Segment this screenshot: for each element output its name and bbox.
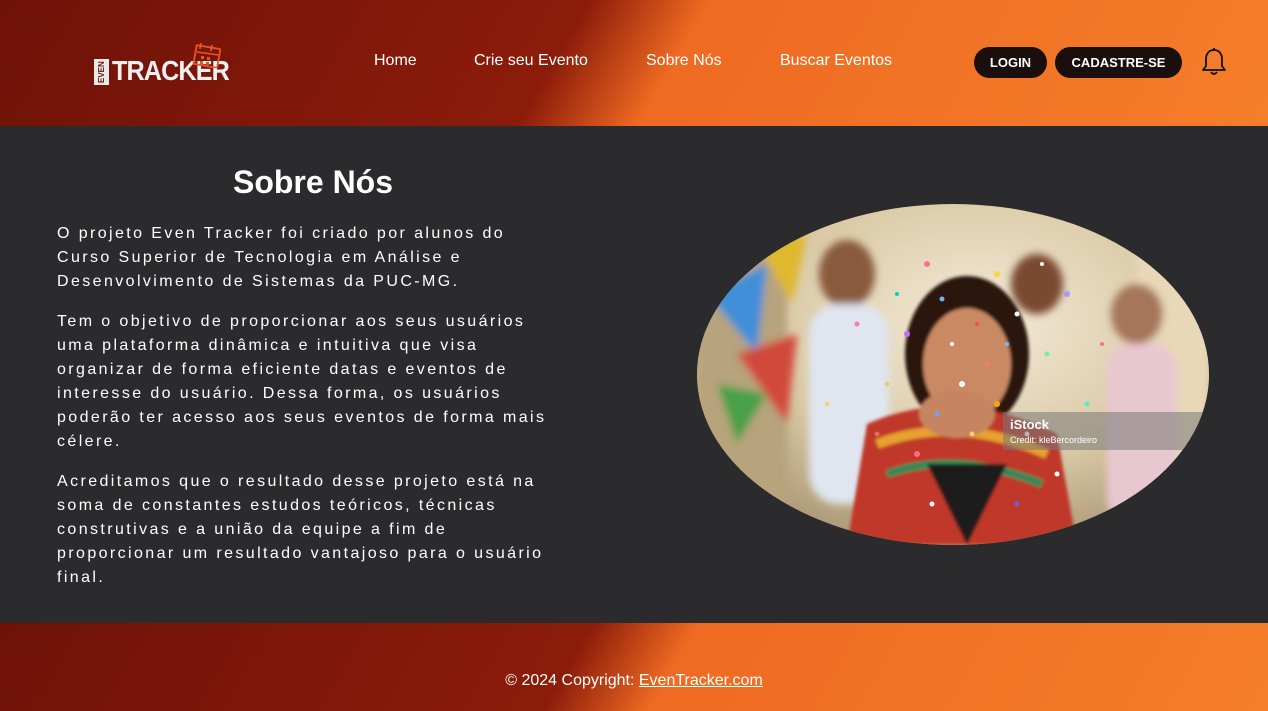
nav-link-create-event[interactable]: Crie seu Evento: [474, 52, 588, 70]
nav-link-about[interactable]: Sobre Nós: [646, 52, 722, 70]
photo-illustration: iStock Credit: kleBercordeiro: [697, 204, 1209, 545]
site-header: EVEN TRACKER Home Crie seu Evento Sobre …: [0, 0, 1268, 126]
about-paragraph-3: Acreditamos que o resultado desse projet…: [57, 473, 544, 586]
bell-icon[interactable]: [1200, 47, 1228, 77]
nav-link-home[interactable]: Home: [374, 52, 417, 70]
istock-watermark: iStock: [1010, 417, 1050, 432]
page-title: Sobre Nós: [232, 164, 394, 200]
copyright-text: © 2024 Copyright: EvenTracker.com: [0, 672, 1268, 690]
logo-even-text: EVEN: [94, 59, 109, 85]
about-section: Sobre Nós O projeto Even Tracker foi cri…: [0, 126, 1268, 623]
even-tracker-logo[interactable]: EVEN TRACKER: [94, 42, 230, 90]
site-footer: © 2024 Copyright: EvenTracker.com: [0, 623, 1268, 711]
footer-site-link[interactable]: EvenTracker.com: [639, 672, 763, 689]
login-button[interactable]: LOGIN: [974, 47, 1047, 78]
festival-confetti-photo: iStock Credit: kleBercordeiro: [697, 204, 1209, 545]
copyright-prefix: © 2024 Copyright:: [505, 672, 639, 689]
photo-credit: Credit: kleBercordeiro: [1010, 435, 1097, 445]
nav-link-search-events[interactable]: Buscar Eventos: [780, 52, 892, 70]
signup-button[interactable]: CADASTRE-SE: [1055, 47, 1182, 78]
about-paragraph-2: Tem o objetivo de proporcionar aos seus …: [57, 313, 547, 450]
calendar-icon: [192, 42, 222, 68]
about-paragraph-1: O projeto Even Tracker foi criado por al…: [57, 225, 506, 290]
